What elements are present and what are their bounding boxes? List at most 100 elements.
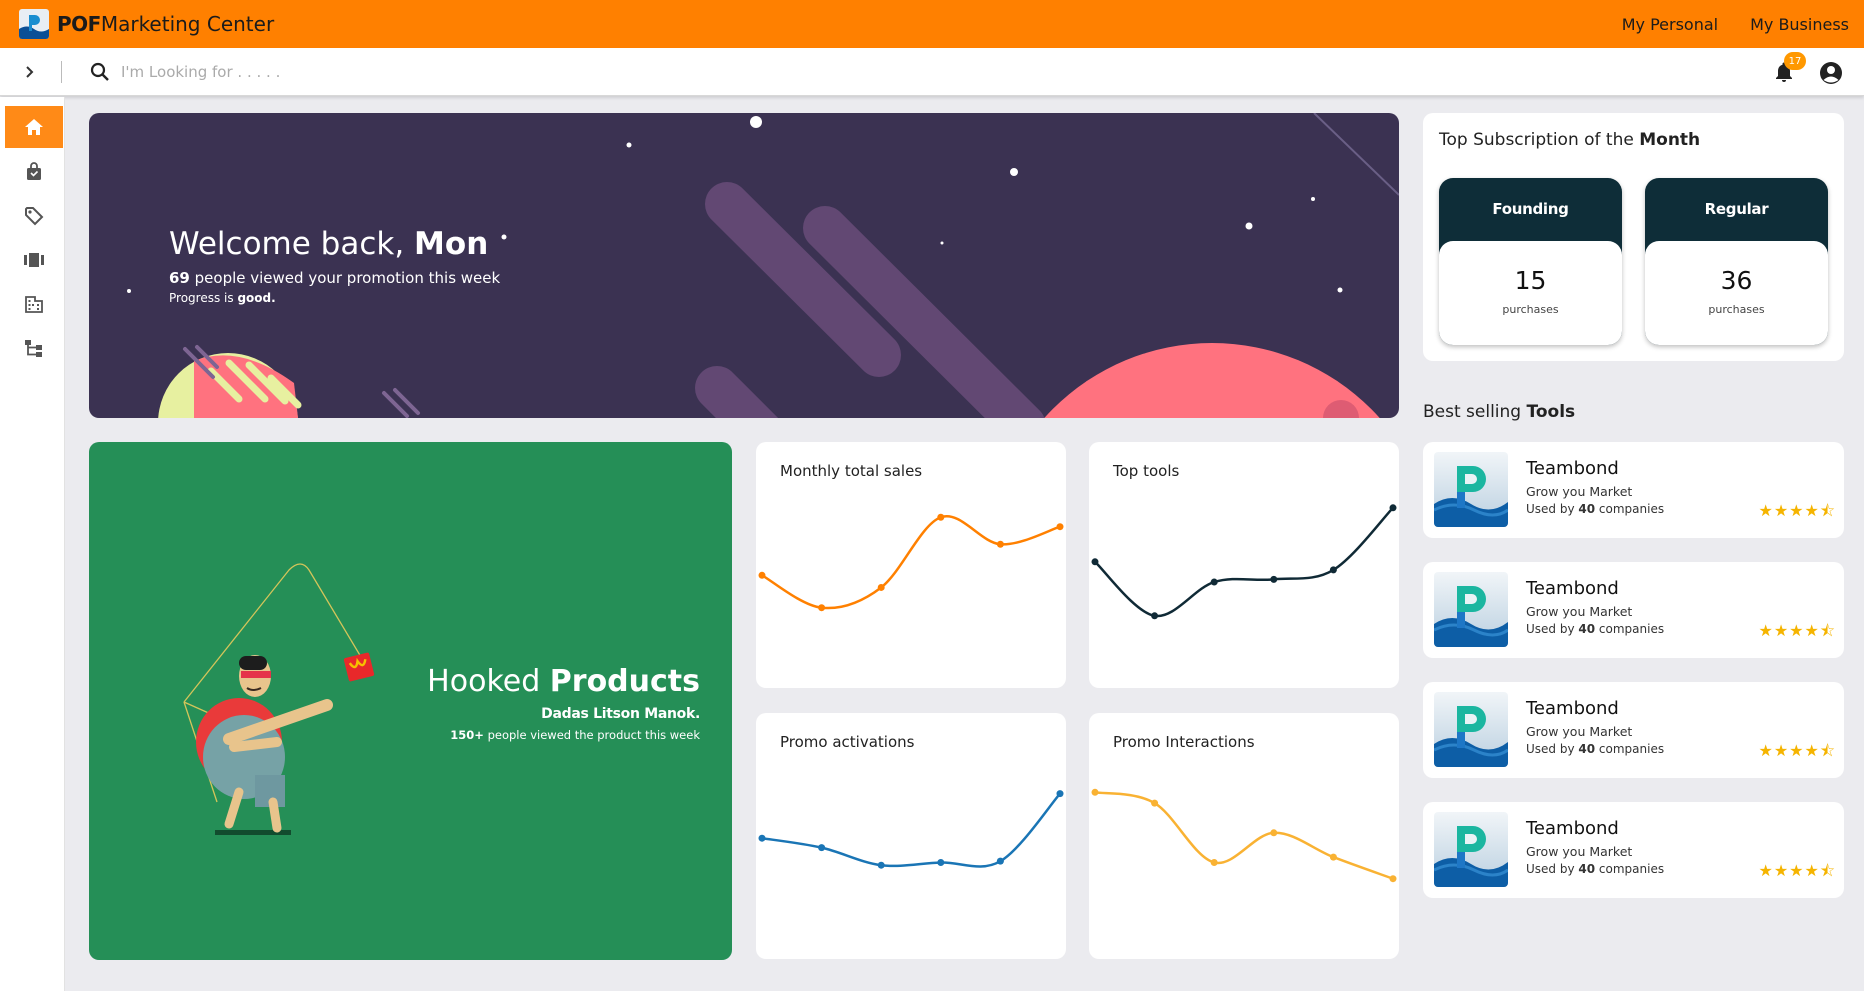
- sidebar: [0, 97, 65, 991]
- tool-usage-count: 40: [1578, 622, 1596, 636]
- fisherman-illustration: [183, 563, 375, 835]
- top-bar: POFMarketing Center My Personal My Busin…: [0, 0, 1864, 48]
- data-point-5[interactable]: [1329, 853, 1337, 861]
- progress-text: Progress is good.: [169, 291, 276, 305]
- tier-body: 15 purchases: [1439, 241, 1622, 345]
- tool-usage: Used by 40 companies: [1526, 862, 1664, 876]
- data-point-2[interactable]: [818, 844, 826, 852]
- tool-usage-suffix: companies: [1595, 742, 1665, 756]
- data-point-6[interactable]: [1389, 875, 1397, 883]
- welcome-banner: Welcome back, Mon 69 people viewed your …: [89, 113, 1399, 418]
- tool-usage-suffix: companies: [1595, 622, 1665, 636]
- data-point-4[interactable]: [937, 513, 945, 521]
- hooked-products-card[interactable]: Hooked Products Dadas Litson Manok. 150+…: [89, 442, 732, 960]
- half-star-icon: ⯪: [1819, 741, 1836, 760]
- search-bar: 17: [0, 48, 1864, 96]
- top-subscription-title: Top Subscription of the Month: [1439, 130, 1700, 150]
- tool-card[interactable]: Teambond Grow you Market Used by 40 comp…: [1423, 802, 1844, 898]
- promo-activations-card[interactable]: Promo activations: [756, 713, 1066, 959]
- star-rating: ★★★★⯪: [1758, 861, 1836, 880]
- app-title: POFMarketing Center: [57, 12, 274, 36]
- expand-sidebar-button[interactable]: [14, 57, 44, 87]
- carousel-icon: [24, 253, 44, 267]
- data-point-4[interactable]: [1270, 829, 1278, 837]
- data-point-1[interactable]: [758, 834, 766, 842]
- search-input[interactable]: [121, 62, 621, 81]
- hierarchy-icon: [25, 340, 42, 357]
- top-subscription-title-light: Top Subscription of the: [1439, 130, 1640, 150]
- promotion-views-count: 69: [169, 269, 190, 287]
- tier-count: 36: [1720, 266, 1753, 295]
- tool-card[interactable]: Teambond Grow you Market Used by 40 comp…: [1423, 682, 1844, 778]
- promo-activations-chart: [758, 790, 1064, 869]
- tool-card[interactable]: Teambond Grow you Market Used by 40 comp…: [1423, 562, 1844, 658]
- notification-badge: 17: [1784, 52, 1806, 70]
- data-point-5[interactable]: [1329, 566, 1337, 574]
- app-logo-icon[interactable]: [19, 9, 49, 39]
- data-point-6[interactable]: [1056, 790, 1064, 798]
- data-point-2[interactable]: [1151, 612, 1159, 620]
- data-point-5[interactable]: [996, 540, 1004, 548]
- tool-desc: Grow you Market: [1526, 604, 1633, 619]
- top-tools-card[interactable]: Top tools: [1089, 442, 1399, 688]
- half-star-icon: ⯪: [1819, 861, 1836, 880]
- data-point-1[interactable]: [1091, 558, 1099, 566]
- tool-usage-prefix: Used by: [1526, 862, 1579, 876]
- tool-desc: Grow you Market: [1526, 484, 1633, 499]
- sidebar-item-tags[interactable]: [5, 195, 63, 237]
- tag-icon: [25, 207, 44, 226]
- app-title-rest: Marketing Center: [100, 12, 275, 36]
- tier-name: Regular: [1704, 200, 1769, 218]
- sidebar-item-carousel[interactable]: [5, 239, 63, 281]
- progress-value: good.: [237, 291, 276, 305]
- my-personal-link[interactable]: My Personal: [1622, 15, 1718, 34]
- data-point-5[interactable]: [996, 857, 1004, 865]
- data-point-3[interactable]: [1210, 859, 1218, 866]
- data-point-1[interactable]: [1091, 788, 1099, 796]
- data-point-4[interactable]: [937, 859, 945, 866]
- data-point-6[interactable]: [1056, 523, 1064, 531]
- data-point-4[interactable]: [1270, 575, 1278, 583]
- data-point-3[interactable]: [1210, 578, 1218, 586]
- tool-name: Teambond: [1526, 458, 1619, 479]
- progress-label: Progress is: [169, 291, 238, 305]
- data-point-2[interactable]: [818, 604, 826, 612]
- sidebar-item-business[interactable]: [5, 283, 63, 325]
- account-icon[interactable]: [1818, 60, 1844, 86]
- sidebar-item-home[interactable]: [5, 106, 63, 148]
- tier-unit: purchases: [1502, 303, 1559, 316]
- welcome-title: Welcome back, Mon: [169, 226, 488, 262]
- tool-usage-prefix: Used by: [1526, 622, 1579, 636]
- series-line: [761, 792, 1061, 868]
- product-views-count: 150+: [450, 728, 484, 742]
- user-name: Mon: [414, 226, 489, 262]
- sidebar-item-shop[interactable]: [5, 151, 63, 193]
- data-point-3[interactable]: [877, 583, 885, 591]
- promotion-views-label: people viewed your promotion this week: [189, 269, 501, 287]
- data-point-6[interactable]: [1389, 504, 1397, 512]
- top-subscription-title-bold: Month: [1639, 130, 1701, 150]
- search-icon: [90, 62, 109, 81]
- subscription-tier-regular[interactable]: Regular 36 purchases: [1645, 178, 1828, 345]
- tool-usage: Used by 40 companies: [1526, 742, 1664, 756]
- teambond-logo-icon: [1434, 572, 1508, 647]
- home-icon: [25, 119, 43, 135]
- top-subscription-card: Top Subscription of the Month Founding 1…: [1423, 113, 1844, 361]
- data-point-2[interactable]: [1151, 799, 1159, 807]
- half-star-icon: ⯪: [1819, 501, 1836, 520]
- promo-interactions-card[interactable]: Promo Interactions: [1089, 713, 1399, 959]
- subscription-tier-founding[interactable]: Founding 15 purchases: [1439, 178, 1622, 345]
- sidebar-item-hierarchy[interactable]: [5, 327, 63, 369]
- tool-card[interactable]: Teambond Grow you Market Used by 40 comp…: [1423, 442, 1844, 538]
- data-point-1[interactable]: [758, 571, 766, 579]
- tool-usage-count: 40: [1578, 862, 1596, 876]
- my-business-link[interactable]: My Business: [1750, 15, 1849, 34]
- tier-body: 36 purchases: [1645, 241, 1828, 345]
- star-rating: ★★★★⯪: [1758, 501, 1836, 520]
- tool-usage-prefix: Used by: [1526, 742, 1579, 756]
- top-tools-chart: [1091, 504, 1397, 620]
- greeting-text: Welcome back,: [169, 226, 415, 262]
- tool-usage-count: 40: [1578, 502, 1596, 516]
- data-point-3[interactable]: [877, 861, 885, 869]
- monthly-total-sales-card[interactable]: Monthly total sales: [756, 442, 1066, 688]
